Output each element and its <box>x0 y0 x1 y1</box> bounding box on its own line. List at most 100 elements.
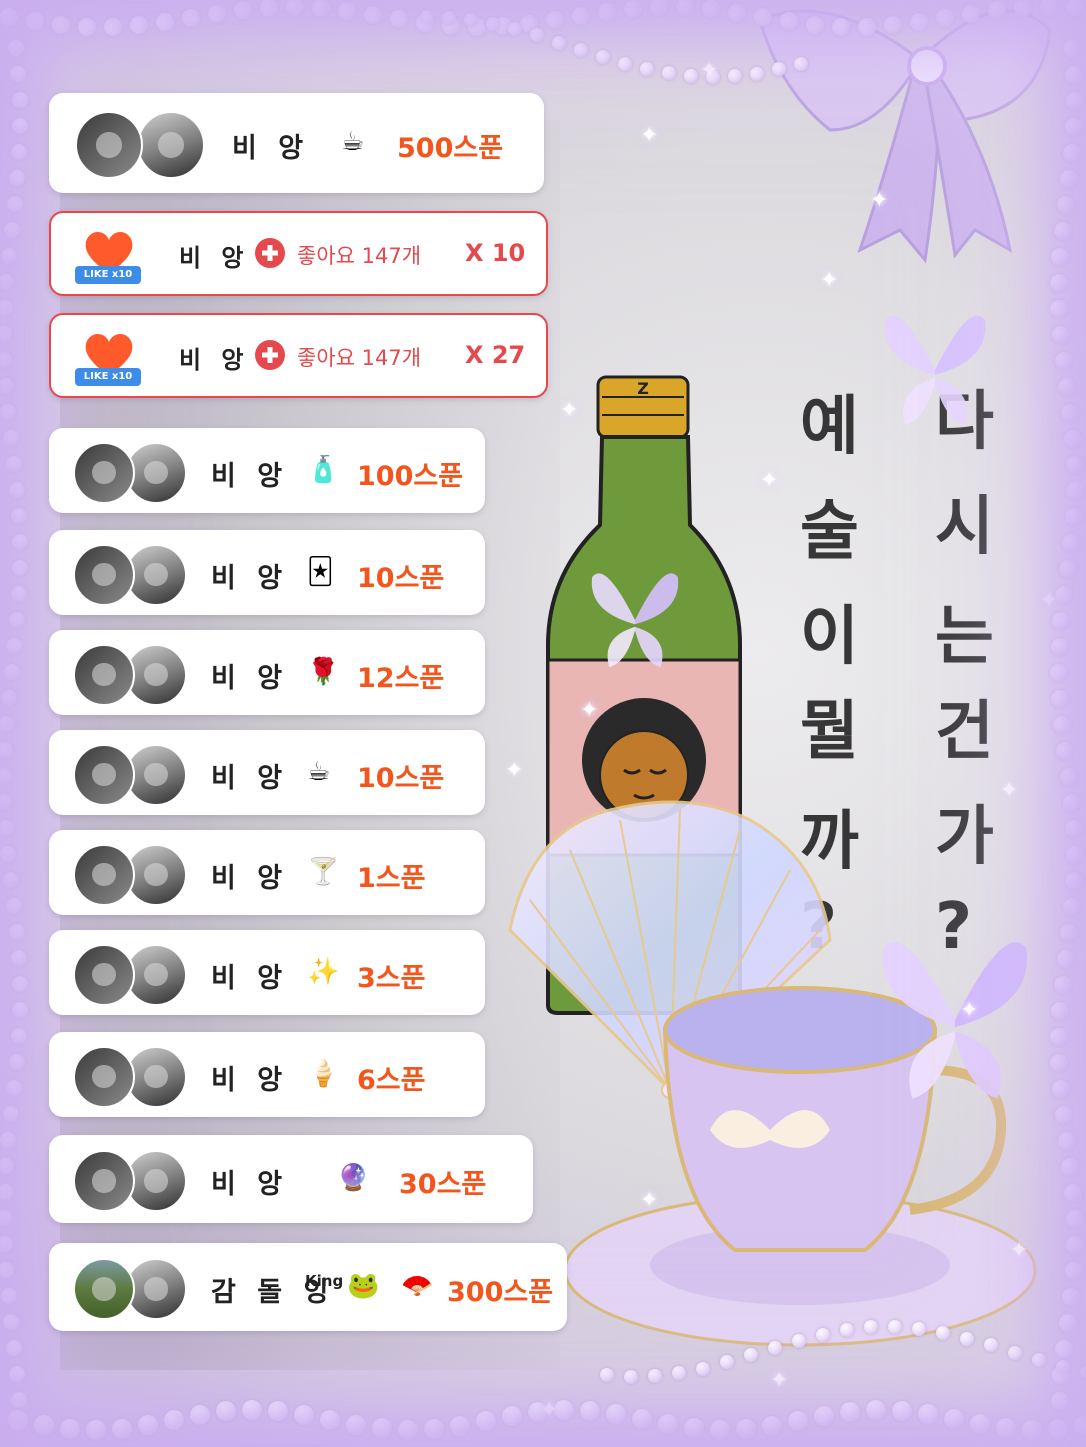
pearl <box>1063 898 1082 916</box>
pearl <box>242 1400 262 1420</box>
pearl <box>11 144 28 160</box>
sparkle-star: ✦ <box>1010 1238 1029 1263</box>
avatar-primary <box>75 111 143 179</box>
gift-notification-card: 비 앙 ☕ 500스푼 <box>49 93 544 193</box>
pearl <box>1058 378 1077 396</box>
pearl <box>190 1405 210 1426</box>
sparkle-star: ✦ <box>700 58 719 83</box>
avatar-primary <box>73 843 135 906</box>
pearl <box>672 1366 686 1381</box>
pearl <box>1051 1080 1070 1098</box>
pearl <box>312 0 330 18</box>
folding-fan-icon: 🪭 <box>401 1271 434 1301</box>
pearl <box>1050 274 1069 292</box>
pearl <box>600 1368 614 1383</box>
user-name: 비 앙 <box>211 1169 289 1200</box>
pearl <box>1050 664 1069 682</box>
pearl <box>10 1392 27 1408</box>
pearl <box>1064 1262 1083 1280</box>
avatar-face <box>92 662 116 687</box>
pearl <box>60 1418 80 1439</box>
pearl <box>762 1415 782 1436</box>
pearl <box>1022 1419 1042 1440</box>
pearl <box>1058 1314 1077 1332</box>
pearl <box>346 1414 366 1435</box>
pearl <box>1080 1365 1086 1380</box>
pearl <box>6 1080 23 1096</box>
user-name: 비 앙 <box>211 460 289 492</box>
avatar-face <box>144 962 168 987</box>
pearl <box>710 1419 730 1440</box>
like-multiplier: X 27 <box>465 340 526 369</box>
avatar-primary <box>73 1258 135 1320</box>
pearl <box>0 274 15 290</box>
avatar-secondary <box>137 111 205 179</box>
pearl <box>3 1314 20 1330</box>
cocktail-icon: 🍸 <box>307 856 340 887</box>
pearl <box>806 15 824 34</box>
pearl <box>0 404 17 420</box>
sparkle-star: ✦ <box>770 1368 789 1393</box>
pearl <box>1058 560 1077 578</box>
gift-amount: 300스푼 <box>447 1277 554 1308</box>
pearl <box>450 1415 470 1436</box>
pearl <box>1062 794 1081 812</box>
pearl <box>1065 872 1084 890</box>
pearl <box>832 17 850 36</box>
pearl <box>1062 534 1080 552</box>
pearl <box>788 1411 808 1432</box>
pearl <box>338 1 356 20</box>
pearl <box>1063 144 1082 162</box>
pearl <box>546 11 564 30</box>
pearl <box>502 1405 522 1426</box>
pearl <box>0 742 13 758</box>
pearl <box>684 1418 704 1439</box>
user-name: 비 앙 <box>211 1064 289 1096</box>
user-name: 비 앙 <box>211 762 289 794</box>
pearl <box>52 15 70 34</box>
pearl <box>1064 430 1083 448</box>
sparkle-star: ✦ <box>640 1188 659 1213</box>
pearl <box>1060 924 1079 942</box>
like-notification-card: LIKE x10 비 앙 좋아요 147개 X 10 <box>49 211 548 296</box>
gift-notification-card: 감 돌 잉 King 🐸 🪭 300스푼 <box>49 1243 567 1331</box>
plus-circle-icon <box>255 339 285 370</box>
pearl <box>6 898 23 914</box>
pearl <box>1061 404 1080 422</box>
pearl <box>662 66 676 81</box>
avatar-face <box>144 460 168 485</box>
pearl <box>984 1338 998 1353</box>
avatar-primary <box>73 543 135 606</box>
avatar-primary <box>73 943 135 1006</box>
pearl <box>320 1409 340 1430</box>
pearl <box>0 1132 17 1148</box>
pearl <box>1032 1353 1046 1368</box>
pearl <box>0 352 13 368</box>
pearl <box>234 1 252 20</box>
pearl <box>1061 1158 1080 1176</box>
like-x10-ribbon: LIKE x10 <box>75 368 141 386</box>
pearl <box>0 794 13 810</box>
avatar-face <box>144 662 168 687</box>
avatar-face <box>144 862 168 887</box>
pearl <box>0 1184 13 1200</box>
user-name: 비 앙 <box>211 662 289 694</box>
pearl <box>11 534 28 550</box>
pearl <box>1014 0 1032 17</box>
pearl <box>1062 40 1081 58</box>
pearl <box>696 1361 710 1376</box>
pearl <box>816 1327 830 1342</box>
pearl <box>1065 118 1084 136</box>
pearl <box>684 69 698 84</box>
perfume-icon: 🧴 <box>307 454 340 485</box>
gift-amount: 10스푼 <box>357 562 445 594</box>
avatar-face <box>144 762 168 787</box>
pearl <box>648 1369 662 1384</box>
ice-cream-cone-icon: 🍦 <box>307 1058 340 1089</box>
like-heart-badge: LIKE x10 <box>75 330 141 388</box>
pearl <box>530 28 544 43</box>
pearl <box>11 560 28 576</box>
wall-character: 이 <box>800 600 859 674</box>
avatar-face <box>92 1169 116 1193</box>
gift-amount: 12스푼 <box>357 662 445 694</box>
